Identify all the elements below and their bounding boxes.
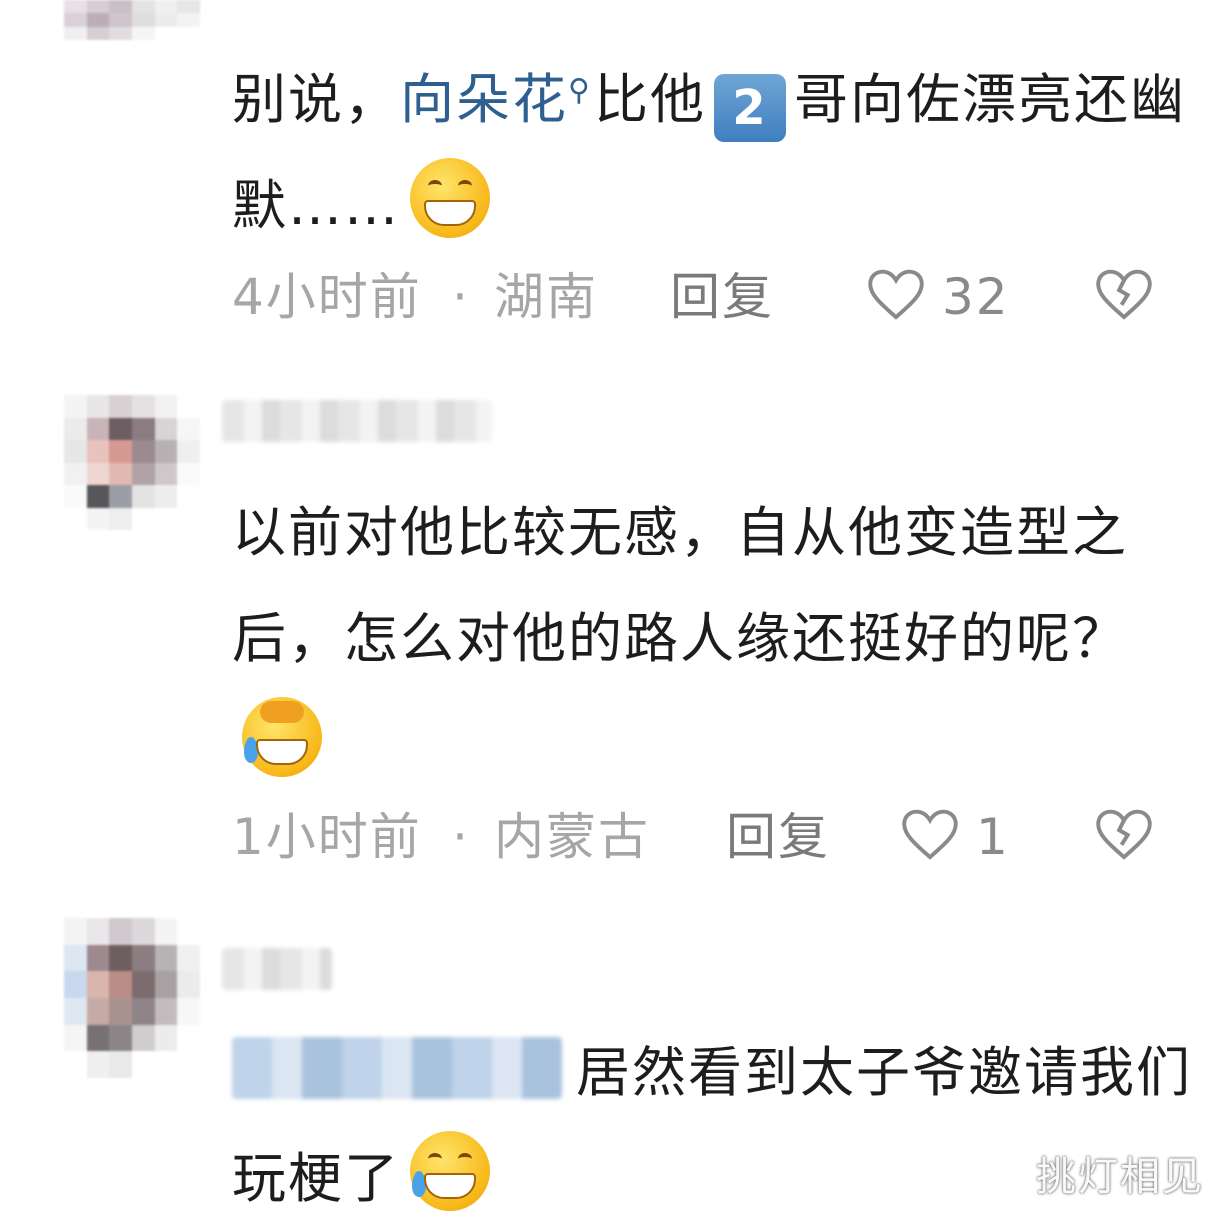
comment-text-start: 别说， [232, 68, 400, 131]
separator: · [452, 808, 470, 866]
separator: · [452, 268, 470, 326]
grinning-emoji-icon [410, 158, 490, 238]
number-badge: 2 [713, 74, 786, 142]
comment-2: 以前对他比较无感，自从他变造型之后，怎么对他的路人缘还挺好的呢？ 1小时前 · … [0, 340, 1228, 900]
tears-of-joy-emoji-icon [410, 1131, 490, 1211]
like-count: 1 [976, 808, 1010, 866]
comment-1: 别说，向朵花⚲比他 2 哥向佐漂亮还幽默…… 4小时前 · 湖南 回复 32 [0, 0, 1228, 340]
avatar[interactable] [64, 0, 200, 80]
comment-text: 别说，向朵花⚲比他 2 哥向佐漂亮还幽默…… [232, 38, 1192, 259]
username-blurred[interactable] [222, 948, 332, 990]
comment-meta: 1小时前 · 内蒙古 回复 1 [232, 802, 1192, 872]
like-count: 32 [942, 268, 1010, 326]
comment-text-mid: 比他 [593, 68, 706, 131]
mention-link[interactable]: 向朵花 [400, 68, 568, 131]
timestamp: 1小时前 [232, 808, 422, 866]
broken-heart-icon[interactable] [1094, 268, 1154, 340]
username-blurred[interactable] [222, 400, 492, 442]
comment-meta: 4小时前 · 湖南 回复 32 [232, 262, 1192, 332]
heart-icon[interactable] [900, 808, 960, 880]
laughing-crying-emoji-icon [242, 697, 322, 777]
search-icon[interactable]: ⚲ [568, 38, 592, 144]
reply-button[interactable]: 回复 [726, 802, 830, 872]
avatar[interactable] [64, 395, 200, 530]
broken-heart-icon[interactable] [1094, 808, 1154, 880]
heart-icon[interactable] [866, 268, 926, 340]
location: 湖南 [494, 268, 598, 326]
comment-text: 以前对他比较无感，自从他变造型之后，怎么对他的路人缘还挺好的呢？ [232, 480, 1192, 798]
location: 内蒙古 [494, 808, 650, 866]
timestamp: 4小时前 [232, 268, 422, 326]
comment-text-body: 以前对他比较无感，自从他变造型之后，怎么对他的路人缘还挺好的呢？ [232, 501, 1128, 670]
avatar[interactable] [64, 918, 200, 1078]
reply-button[interactable]: 回复 [670, 262, 774, 332]
watermark: 挑灯相见 [1036, 1154, 1204, 1200]
reply-target-blurred[interactable] [232, 1037, 562, 1099]
